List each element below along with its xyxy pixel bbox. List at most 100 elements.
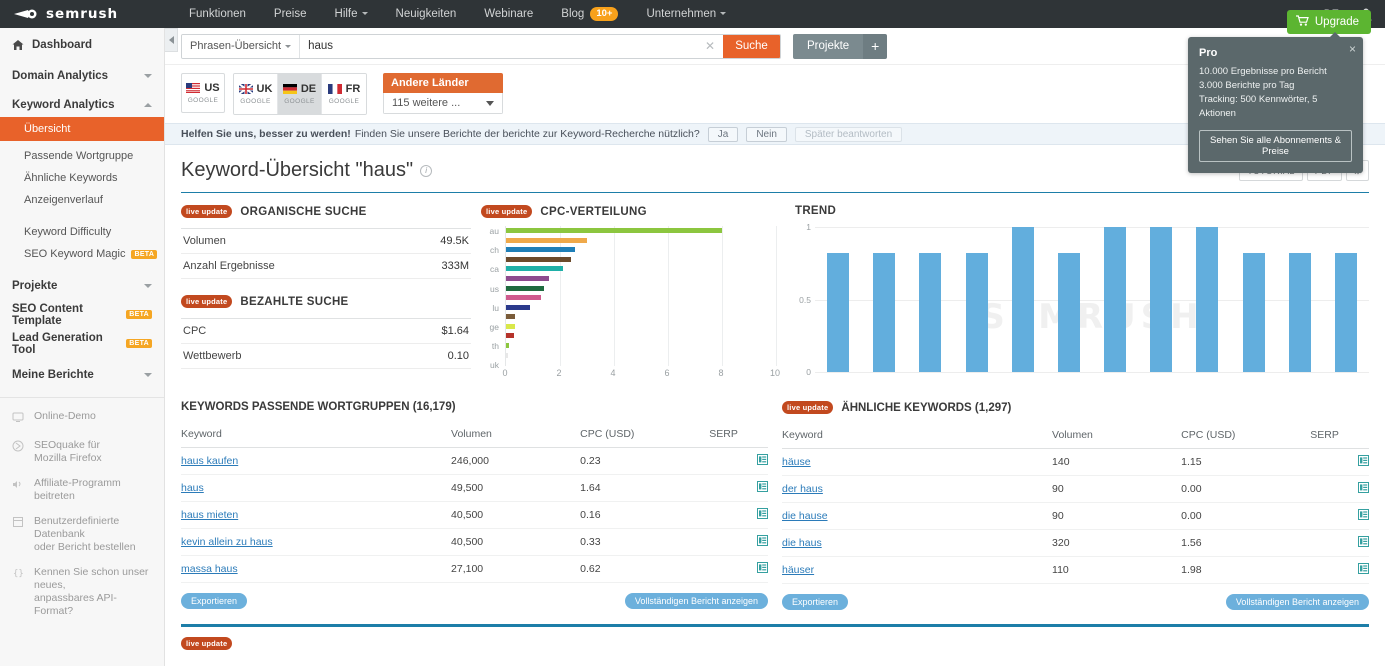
nav-item-unternehmen[interactable]: Unternehmen <box>632 0 740 28</box>
sidebar-item-uebersicht[interactable]: Übersicht <box>0 117 164 141</box>
other-countries-dropdown[interactable]: Andere Länder 115 weitere ... <box>383 73 503 114</box>
cpc-bar[interactable] <box>506 305 530 310</box>
full-report-button[interactable]: Vollständigen Bericht anzeigen <box>1226 594 1369 610</box>
sidebar-item-anzeigenverlauf[interactable]: Anzeigenverlauf <box>0 189 164 211</box>
info-icon[interactable]: i <box>420 165 432 177</box>
trend-bar[interactable] <box>1058 253 1080 372</box>
keyword-link[interactable]: die hause <box>782 510 828 522</box>
serp-icon[interactable] <box>757 481 768 495</box>
trend-bar[interactable] <box>1335 253 1357 372</box>
serp-icon[interactable] <box>757 535 768 549</box>
database-tab-de[interactable]: DE GOOGLE <box>278 74 322 114</box>
keyword-link[interactable]: häuse <box>782 456 811 468</box>
full-report-button[interactable]: Vollständigen Bericht anzeigen <box>625 593 768 609</box>
trend-bar[interactable] <box>966 253 988 372</box>
cpc-bar[interactable] <box>506 286 544 291</box>
database-tab-fr[interactable]: FR GOOGLE <box>322 74 366 114</box>
sidebar-item-dashboard[interactable]: Dashboard <box>0 32 164 57</box>
report-type-select[interactable]: Phrasen-Übersicht <box>182 35 300 58</box>
export-button[interactable]: Exportieren <box>181 593 247 609</box>
cpc-bar[interactable] <box>506 276 549 281</box>
feedback-yes-button[interactable]: Ja <box>708 127 739 142</box>
sidebar-item-seo-content-template[interactable]: SEO Content Template BETA <box>0 302 164 327</box>
sidebar-collapse-button[interactable] <box>165 28 178 52</box>
trend-bar[interactable] <box>1196 227 1218 372</box>
cpc-bar[interactable] <box>506 343 509 348</box>
serp-icon[interactable] <box>757 508 768 522</box>
sidebar-item-lead-generation-tool[interactable]: Lead Generation Tool BETA <box>0 331 164 356</box>
nav-item-neuigkeiten[interactable]: Neuigkeiten <box>382 0 471 28</box>
sidebar-item-keyword-difficulty[interactable]: Keyword Difficulty <box>0 221 164 243</box>
feedback-no-button[interactable]: Nein <box>746 127 787 142</box>
keyword-link[interactable]: der haus <box>782 483 823 495</box>
database-tab-uk[interactable]: UK GOOGLE <box>234 74 278 114</box>
keyword-link[interactable]: häuser <box>782 564 814 576</box>
nav-item-preise[interactable]: Preise <box>260 0 321 28</box>
column-header-serp[interactable]: SERP <box>1310 424 1369 449</box>
trend-bar[interactable] <box>873 253 895 372</box>
cpc-bar[interactable] <box>506 353 508 358</box>
pro-popup-cta-button[interactable]: Sehen Sie alle Abonnements & Preise <box>1199 130 1352 162</box>
cpc-bar[interactable] <box>506 333 514 338</box>
cpc-bar[interactable] <box>506 228 722 233</box>
keyword-link[interactable]: haus mieten <box>181 509 238 521</box>
column-header-volume[interactable]: Volumen <box>451 423 580 448</box>
cpc-bar[interactable] <box>506 295 541 300</box>
semrush-logo[interactable]: semrush <box>0 6 155 22</box>
search-input[interactable] <box>300 35 697 58</box>
column-header-cpc[interactable]: CPC (USD) <box>580 423 709 448</box>
keyword-link[interactable]: kevin allein zu haus <box>181 536 273 548</box>
add-project-button[interactable]: + <box>863 34 887 59</box>
serp-icon[interactable] <box>1358 536 1369 550</box>
trend-bar[interactable] <box>1104 227 1126 372</box>
sidebar-item-seoquake[interactable]: SEOquake für Mozilla Firefox <box>0 433 164 471</box>
upgrade-button[interactable]: Upgrade <box>1287 10 1371 34</box>
sidebar-item-custom-database[interactable]: Benutzerdefinierte Datenbank oder Berich… <box>0 509 164 560</box>
cpc-bar[interactable] <box>506 257 571 262</box>
column-header-cpc[interactable]: CPC (USD) <box>1181 424 1310 449</box>
serp-icon[interactable] <box>757 562 768 576</box>
cpc-bar[interactable] <box>506 266 563 271</box>
sidebar-item-seo-keyword-magic[interactable]: SEO Keyword Magic BETA <box>0 243 164 265</box>
cpc-bar[interactable] <box>506 247 575 252</box>
sidebar-item-affiliate[interactable]: Affiliate-Programm beitreten <box>0 471 164 509</box>
keyword-link[interactable]: haus <box>181 482 204 494</box>
column-header-keyword[interactable]: Keyword <box>181 423 451 448</box>
trend-bar[interactable] <box>1012 227 1034 372</box>
close-icon[interactable]: × <box>1349 42 1356 56</box>
serp-icon[interactable] <box>1358 482 1369 496</box>
nav-item-funktionen[interactable]: Funktionen <box>175 0 260 28</box>
database-tab-us[interactable]: US GOOGLE <box>181 73 225 113</box>
feedback-later-button[interactable]: Später beantworten <box>795 127 902 142</box>
serp-icon[interactable] <box>1358 455 1369 469</box>
column-header-volume[interactable]: Volumen <box>1052 424 1181 449</box>
other-countries-select[interactable]: 115 weitere ... <box>383 93 503 114</box>
trend-bar[interactable] <box>1289 253 1311 372</box>
keyword-link[interactable]: die haus <box>782 537 822 549</box>
cpc-bar[interactable] <box>506 324 515 329</box>
sidebar-group-projekte[interactable]: Projekte <box>0 273 164 298</box>
trend-bar[interactable] <box>1150 227 1172 372</box>
keyword-link[interactable]: massa haus <box>181 563 238 575</box>
trend-bar[interactable] <box>1243 253 1265 372</box>
keyword-link[interactable]: haus kaufen <box>181 455 238 467</box>
cpc-bar[interactable] <box>506 314 515 319</box>
column-header-serp[interactable]: SERP <box>709 423 768 448</box>
projects-button[interactable]: Projekte <box>793 34 863 59</box>
search-button[interactable]: Suche <box>723 35 780 58</box>
sidebar-item-api-format[interactable]: {} Kennen Sie schon unser neues, anpassb… <box>0 560 164 624</box>
nav-item-hilfe[interactable]: Hilfe <box>321 0 382 28</box>
sidebar-group-meine-berichte[interactable]: Meine Berichte <box>0 362 164 387</box>
serp-icon[interactable] <box>1358 563 1369 577</box>
nav-item-blog[interactable]: Blog10+ <box>547 0 632 28</box>
sidebar-group-keyword-analytics[interactable]: Keyword Analytics <box>0 92 164 117</box>
export-button[interactable]: Exportieren <box>782 594 848 610</box>
sidebar-item-passende-wortgruppe[interactable]: Passende Wortgruppe <box>0 145 164 167</box>
serp-icon[interactable] <box>1358 509 1369 523</box>
trend-bar[interactable] <box>827 253 849 372</box>
nav-item-webinare[interactable]: Webinare <box>470 0 547 28</box>
clear-search-icon[interactable]: ✕ <box>697 35 723 58</box>
sidebar-item-online-demo[interactable]: Online-Demo <box>0 404 164 433</box>
sidebar-item-aehnliche-keywords[interactable]: Ähnliche Keywords <box>0 167 164 189</box>
trend-bar[interactable] <box>919 253 941 372</box>
